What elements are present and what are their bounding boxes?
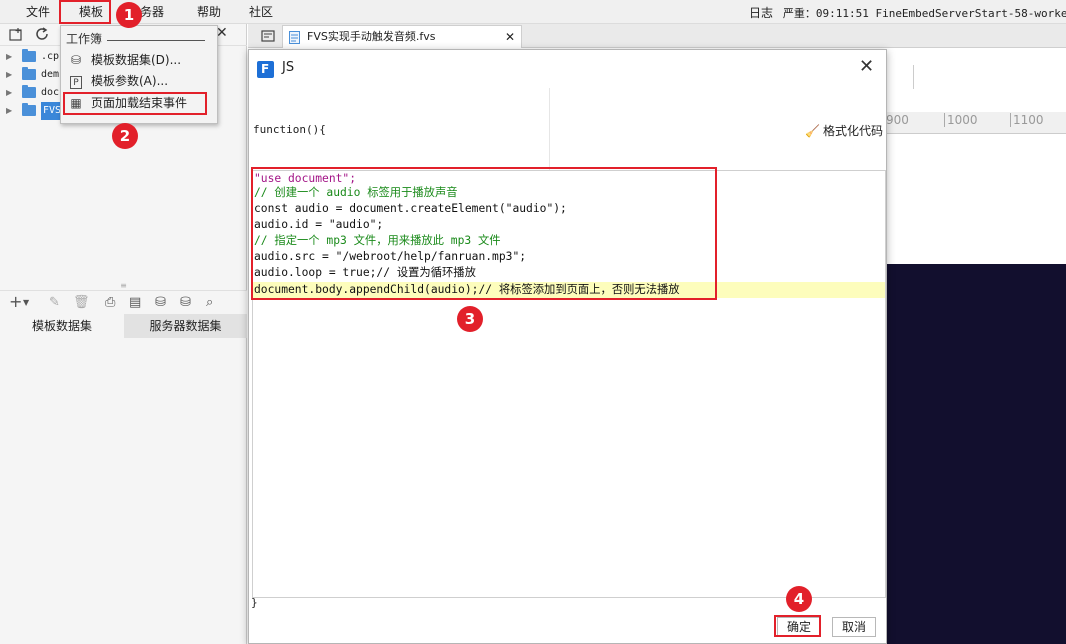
step-badge: 3 bbox=[457, 306, 483, 332]
delete-icon[interactable]: 🗑 bbox=[73, 295, 90, 310]
format-code-label: 格式化代码 bbox=[822, 124, 883, 138]
divider bbox=[107, 40, 205, 41]
cancel-button[interactable]: 取消 bbox=[832, 617, 876, 637]
menu-file[interactable]: 文件 bbox=[26, 3, 50, 21]
new-folder-icon[interactable] bbox=[9, 27, 24, 42]
log-message: 严重：09:11:51 FineEmbedServerStart-58-work… bbox=[782, 7, 1066, 20]
function-header: function(){ bbox=[253, 123, 326, 136]
annotation-box-code bbox=[251, 167, 717, 300]
database-icon[interactable]: ⛁ bbox=[155, 295, 166, 310]
ruler-tick: 1000 bbox=[944, 113, 978, 127]
menu-server[interactable]: 务器 bbox=[140, 3, 164, 21]
annotation-box-page-load-event bbox=[63, 92, 207, 115]
close-tab-icon[interactable]: ✕ bbox=[505, 26, 515, 48]
menubar: 文件 模板 务器 帮助 社区 日志 严重：09:11:51 FineEmbedS… bbox=[0, 0, 1066, 24]
tab-strip: FVS实现手动触发音频.fvs ✕ bbox=[248, 24, 1066, 48]
file-icon bbox=[289, 31, 300, 44]
menu-help[interactable]: 帮助 bbox=[197, 3, 221, 21]
parameter-icon: P bbox=[70, 76, 82, 89]
log-status[interactable]: 日志 严重：09:11:51 FineEmbedServerStart-58-w… bbox=[749, 4, 1066, 21]
search-icon[interactable]: ⌕ bbox=[206, 295, 213, 310]
menu-item-template-parameter[interactable]: P 模板参数(A)... bbox=[69, 71, 168, 91]
tab-template-dataset[interactable]: 模板数据集 bbox=[0, 314, 124, 338]
tab-label: 服务器数据集 bbox=[149, 319, 222, 333]
menu-item-label: 模板参数(A)... bbox=[91, 74, 169, 88]
database-settings-icon[interactable]: ⛁ bbox=[180, 295, 191, 310]
expand-arrow-icon[interactable]: ▶ bbox=[6, 48, 12, 66]
divider bbox=[913, 65, 914, 89]
dataset-tabs: 模板数据集 服务器数据集 bbox=[0, 314, 247, 338]
dropdown-header: 工作簿 bbox=[66, 32, 103, 46]
function-close-brace: } bbox=[251, 596, 258, 609]
edit-icon[interactable]: ✎ bbox=[49, 295, 60, 310]
close-icon[interactable]: ✕ bbox=[859, 56, 874, 77]
preview-icon[interactable]: ⎙ bbox=[105, 295, 115, 310]
annotation-box-template-menu bbox=[59, 0, 111, 24]
file-tab[interactable]: FVS实现手动触发音频.fvs ✕ bbox=[282, 25, 522, 48]
menu-community[interactable]: 社区 bbox=[249, 3, 273, 21]
expand-arrow-icon[interactable]: ▶ bbox=[6, 84, 12, 102]
app-logo-icon bbox=[257, 61, 274, 78]
folder-icon bbox=[22, 67, 36, 80]
tab-label: 模板数据集 bbox=[31, 319, 92, 333]
expand-arrow-icon[interactable]: ▶ bbox=[6, 102, 12, 120]
folder-icon bbox=[22, 49, 36, 62]
dialog-title: JS bbox=[282, 60, 295, 75]
tab-server-dataset[interactable]: 服务器数据集 bbox=[124, 314, 247, 338]
tree-item-label: doc bbox=[41, 87, 60, 98]
step-badge: 1 bbox=[116, 2, 142, 28]
format-code-button[interactable]: 🧹 格式化代码 bbox=[805, 122, 883, 139]
file-tab-label: FVS实现手动触发音频.fvs bbox=[307, 30, 436, 43]
ruler-tick: 900 bbox=[886, 113, 909, 127]
dataset-info-icon[interactable]: ▤ bbox=[129, 295, 141, 310]
menu-item-template-dataset[interactable]: ⛁ 模板数据集(D)... bbox=[69, 50, 181, 70]
step-badge: 4 bbox=[786, 586, 812, 612]
annotation-box-ok-button bbox=[774, 615, 821, 637]
chevron-down-icon[interactable]: ▼ bbox=[23, 298, 29, 307]
dataset-toolbar: + ▼ ✎ 🗑 ⎙ ▤ ⛁ ⛁ ⌕ bbox=[0, 290, 247, 314]
panel-splitter[interactable]: ≡ bbox=[0, 282, 247, 290]
folder-icon bbox=[22, 103, 36, 116]
add-dataset-icon[interactable]: + bbox=[9, 292, 22, 311]
js-dialog: JS ✕ function(){ 🧹格式化代码 "use document"; … bbox=[248, 49, 887, 644]
log-label: 日志 bbox=[749, 6, 774, 20]
dark-canvas-area bbox=[886, 264, 1066, 644]
refresh-icon[interactable] bbox=[35, 27, 50, 42]
tree-item-label: .cp bbox=[41, 51, 60, 62]
expand-arrow-icon[interactable]: ▶ bbox=[6, 66, 12, 84]
menu-item-label: 模板数据集(D)... bbox=[91, 53, 182, 67]
ruler: 900 1000 1100 bbox=[886, 112, 1066, 134]
database-icon: ⛁ bbox=[70, 53, 82, 67]
ruler-tick: 1100 bbox=[1010, 113, 1044, 127]
template-list-icon[interactable] bbox=[261, 29, 277, 43]
brush-icon: 🧹 bbox=[805, 124, 820, 138]
folder-icon bbox=[22, 85, 36, 98]
step-badge: 2 bbox=[112, 123, 138, 149]
tree-item-label: dem bbox=[41, 69, 60, 80]
